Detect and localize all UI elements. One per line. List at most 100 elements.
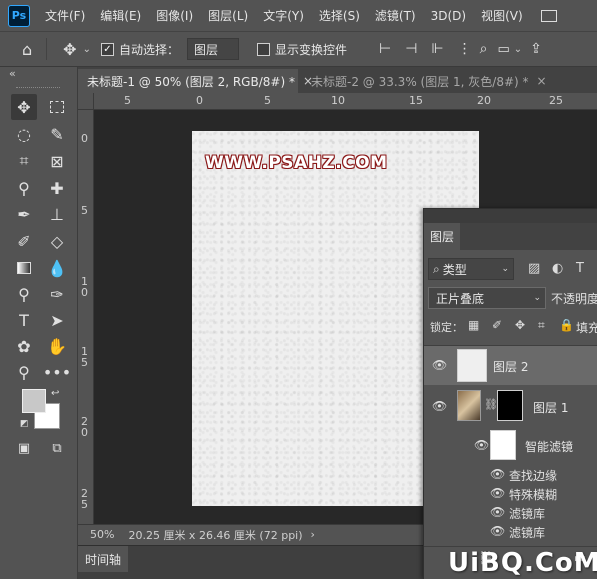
- chevron-down-icon: ⌄: [533, 293, 541, 303]
- frame-tool-icon[interactable]: ⊠: [44, 148, 70, 174]
- filter-row[interactable]: 👁 滤镜库: [424, 503, 597, 521]
- filter-row[interactable]: 👁 查找边缘: [424, 465, 597, 483]
- ruler-label: 10: [331, 94, 345, 107]
- healing-brush-tool-icon[interactable]: ✚: [44, 175, 70, 201]
- search-icon[interactable]: ⌕: [480, 41, 488, 57]
- workspace-icon[interactable]: ▭: [497, 42, 509, 57]
- ruler-label: 2 0: [81, 415, 88, 439]
- panel-header[interactable]: [424, 209, 597, 223]
- shape-tool-icon[interactable]: ✿: [11, 333, 37, 359]
- tab-document-1[interactable]: 未标题-1 @ 50% (图层 2, RGB/8#) * ×: [78, 69, 313, 93]
- link-chain-icon[interactable]: ⛓: [484, 398, 498, 411]
- close-icon[interactable]: ×: [537, 74, 547, 88]
- eraser-tool-icon[interactable]: ◇: [44, 228, 70, 254]
- hand-tool-icon[interactable]: ✋: [44, 333, 70, 359]
- visibility-eye-icon[interactable]: 👁: [432, 399, 447, 413]
- more-tools-icon[interactable]: •••: [43, 359, 71, 385]
- distribute-icon[interactable]: ⋮: [458, 41, 472, 57]
- visibility-eye-icon[interactable]: 👁: [490, 467, 505, 481]
- tab-layers[interactable]: 图层: [424, 223, 460, 250]
- tab-document-2[interactable]: 未标题-2 @ 33.3% (图层 1, 灰色/8#) * ×: [302, 69, 547, 93]
- layer-row-layer-1[interactable]: 👁 ⛓ 图层 1: [424, 386, 597, 426]
- visibility-eye-icon[interactable]: 👁: [432, 358, 447, 372]
- align-right-icon[interactable]: ⊩: [431, 41, 443, 57]
- filter-name[interactable]: 滤镜库: [509, 524, 545, 541]
- blend-mode-dropdown[interactable]: 正片叠底 ⌄: [428, 287, 546, 309]
- lasso-tool-icon[interactable]: ◌: [11, 121, 37, 147]
- blur-tool-icon[interactable]: 💧: [44, 255, 70, 281]
- gradient-tool-icon[interactable]: [11, 255, 37, 281]
- filter-name[interactable]: 查找边缘: [509, 467, 557, 484]
- brush-tool-icon[interactable]: ✒: [11, 201, 37, 227]
- menu-file[interactable]: 文件(F): [45, 7, 85, 24]
- filter-name[interactable]: 滤镜库: [509, 505, 545, 522]
- menu-view[interactable]: 视图(V): [481, 7, 523, 24]
- menu-select[interactable]: 选择(S): [319, 7, 360, 24]
- zoom-level[interactable]: 50%: [90, 528, 114, 541]
- eyedropper-tool-icon[interactable]: ⚲: [11, 175, 37, 201]
- marquee-tool-icon[interactable]: [44, 94, 70, 120]
- screen-mode-icon[interactable]: ⧉: [44, 435, 70, 461]
- lock-position-icon[interactable]: ✥: [515, 318, 525, 332]
- adjustment-filter-icon[interactable]: ◐: [552, 261, 563, 276]
- visibility-eye-icon[interactable]: 👁: [490, 524, 505, 538]
- image-filter-icon[interactable]: ▨: [528, 261, 540, 276]
- visibility-eye-icon[interactable]: 👁: [490, 505, 505, 519]
- quick-mask-icon[interactable]: ▣: [11, 435, 37, 461]
- auto-select-checkbox[interactable]: ✓: [100, 42, 114, 56]
- lock-pixels-icon[interactable]: ✐: [492, 318, 502, 332]
- align-left-icon[interactable]: ⊢: [379, 41, 391, 57]
- auto-select-target-dropdown[interactable]: 图层: [186, 38, 239, 60]
- filter-row[interactable]: 👁 滤镜库: [424, 522, 597, 540]
- layer-name[interactable]: 图层 2: [493, 358, 528, 375]
- ruler-label: 0: [81, 132, 88, 145]
- chevron-down-icon: ⌄: [501, 264, 509, 274]
- menu-edit[interactable]: 编辑(E): [100, 7, 141, 24]
- ruler-label: 2 5: [81, 487, 88, 511]
- menu-3d[interactable]: 3D(D): [431, 9, 466, 23]
- layer-row-layer-2[interactable]: 👁 图层 2: [424, 345, 597, 385]
- photoshop-logo[interactable]: Ps: [8, 4, 30, 27]
- layer-filter-dropdown[interactable]: ⌕ 类型 ⌄: [428, 258, 514, 280]
- menu-image[interactable]: 图像(I): [156, 7, 193, 24]
- history-brush-tool-icon[interactable]: ✐: [11, 228, 37, 254]
- menu-type[interactable]: 文字(Y): [263, 7, 304, 24]
- layer-mask-thumbnail[interactable]: [497, 390, 523, 421]
- visibility-eye-icon[interactable]: 👁: [474, 438, 489, 452]
- lock-all-icon[interactable]: 🔒: [559, 318, 574, 332]
- path-selection-tool-icon[interactable]: ➤: [44, 307, 70, 333]
- foreground-color-swatch[interactable]: [22, 389, 46, 413]
- magic-wand-tool-icon[interactable]: ✎: [44, 121, 70, 147]
- smart-filters-row[interactable]: 👁 智能滤镜: [424, 427, 597, 463]
- lock-artboard-icon[interactable]: ⌗: [538, 318, 545, 333]
- dodge-tool-icon[interactable]: ⚲: [11, 281, 37, 307]
- filter-name[interactable]: 特殊模糊: [509, 486, 557, 503]
- type-tool-icon[interactable]: T: [11, 307, 37, 333]
- align-center-icon[interactable]: ⊣: [405, 41, 417, 57]
- collapse-panel-icon[interactable]: «: [9, 67, 16, 80]
- swap-colors-icon[interactable]: ↩: [51, 388, 59, 399]
- type-filter-icon[interactable]: T: [576, 261, 584, 276]
- default-colors-icon[interactable]: ◩: [20, 419, 29, 429]
- filter-mask-thumbnail[interactable]: [490, 430, 516, 460]
- window-arrange-icon[interactable]: [540, 9, 557, 22]
- zoom-tool-icon[interactable]: ⚲: [11, 359, 37, 385]
- chevron-down-icon[interactable]: ⌄: [514, 44, 522, 55]
- share-icon[interactable]: ⇪: [530, 41, 542, 57]
- status-menu-arrow[interactable]: ›: [311, 528, 315, 541]
- clone-stamp-tool-icon[interactable]: ⊥: [44, 201, 70, 227]
- show-transform-checkbox[interactable]: [256, 42, 270, 56]
- move-tool-icon[interactable]: ✥: [63, 40, 76, 59]
- lock-transparent-icon[interactable]: ▦: [468, 318, 479, 332]
- home-icon[interactable]: ⌂: [22, 40, 32, 59]
- menu-filter[interactable]: 滤镜(T): [375, 7, 416, 24]
- layer-name[interactable]: 图层 1: [533, 399, 568, 416]
- filter-row[interactable]: 👁 特殊模糊: [424, 484, 597, 502]
- visibility-eye-icon[interactable]: 👁: [490, 486, 505, 500]
- crop-tool-icon[interactable]: ⌗: [11, 148, 37, 174]
- move-tool-icon[interactable]: ✥: [11, 94, 37, 120]
- pen-tool-icon[interactable]: ✑: [44, 281, 70, 307]
- tab-timeline[interactable]: 时间轴: [78, 546, 128, 572]
- chevron-down-icon[interactable]: ⌄: [83, 44, 91, 55]
- menu-layer[interactable]: 图层(L): [208, 7, 248, 24]
